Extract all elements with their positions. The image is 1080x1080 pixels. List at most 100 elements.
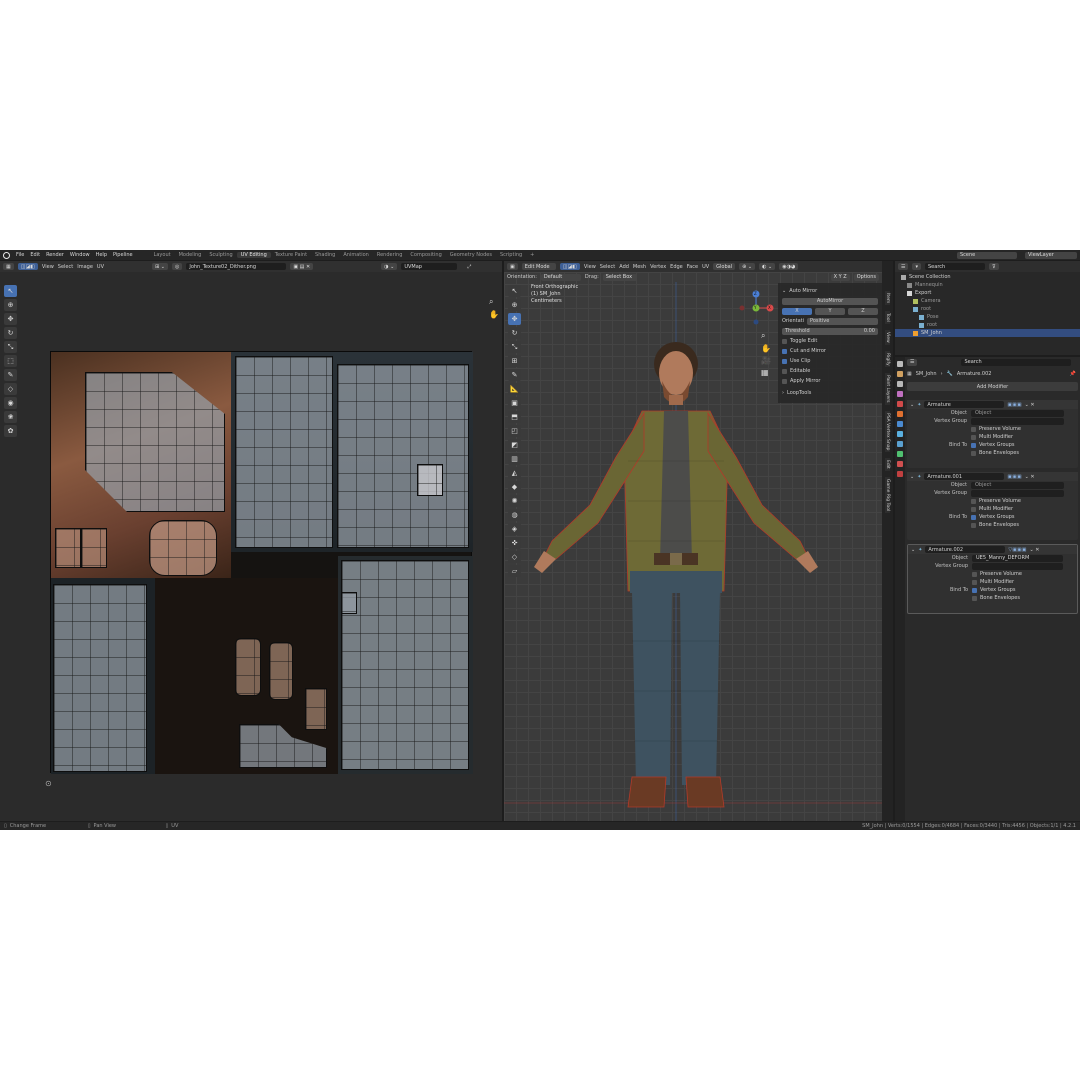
tab-modeling[interactable]: Modeling (175, 252, 206, 258)
mirror-axis-y-button[interactable]: Y (815, 307, 845, 315)
uv-island-boot-b[interactable] (269, 642, 293, 700)
vp-ortho-icon[interactable]: ▦ (761, 368, 771, 377)
modifier-tab-icon[interactable] (897, 421, 903, 427)
transform-tool-icon[interactable]: ⬚ (4, 355, 17, 367)
vp-zoom-icon[interactable]: ⌕ (761, 331, 771, 341)
tab-edit[interactable]: Edit (885, 458, 890, 471)
uv-zoom-icon[interactable]: ⌕ (489, 297, 493, 307)
properties-search-input[interactable]: Search (961, 358, 1072, 366)
editable-option[interactable]: Editable (782, 366, 878, 376)
outliner-row-root[interactable]: root (895, 305, 1080, 313)
uv-island-hand-b[interactable] (81, 528, 107, 568)
pin-icon[interactable]: 📌 (1070, 371, 1076, 377)
toggle-edit-option[interactable]: Toggle Edit (782, 336, 878, 346)
modifier-menu-icon[interactable]: ⌄ ✕ (1029, 547, 1039, 553)
cursor-tool-icon[interactable]: ⊕ (4, 299, 17, 311)
vertex-group-field[interactable] (971, 417, 1064, 425)
threshold-field[interactable]: Threshold 0.00 (782, 327, 878, 335)
uv-menu-uv[interactable]: UV (97, 264, 104, 270)
cut-and-mirror-option[interactable]: Cut and Mirror (782, 346, 878, 356)
outliner-row-pose[interactable]: Pose (895, 313, 1080, 321)
chevron-down-icon[interactable]: ⌄ (910, 474, 914, 480)
modifier-visibility-toggles[interactable]: ▽▣▣▣ (1008, 547, 1026, 553)
image-selector[interactable]: John_Texture02_Dither.png (186, 263, 287, 270)
apply-mirror-option[interactable]: Apply Mirror (782, 376, 878, 386)
uv-island-sole[interactable] (305, 688, 327, 730)
bone-envelopes-checkbox[interactable] (971, 522, 976, 528)
modifier-visibility-toggles[interactable]: ▣▣▣ (1007, 474, 1021, 480)
uv-map-selector[interactable]: UVMap (401, 263, 458, 270)
uv-island-hand-a[interactable] (55, 528, 81, 568)
tab-texture-paint[interactable]: Texture Paint (271, 252, 311, 258)
output-tab-icon[interactable] (897, 381, 903, 387)
menu-render[interactable]: Render (43, 252, 67, 258)
uv-editor-maximize-icon[interactable]: ⤢ (467, 264, 471, 270)
uv-menu-select[interactable]: Select (58, 264, 73, 270)
apply-mirror-checkbox[interactable] (782, 378, 787, 384)
outliner-row-mannequin[interactable]: Mannequin (895, 281, 1080, 289)
tool-tab-icon[interactable] (897, 361, 903, 367)
multi-modifier-checkbox[interactable] (971, 506, 976, 512)
object-field[interactable]: UE5_Manny_DEFORM (972, 554, 1063, 562)
uv-island-collar[interactable] (341, 592, 357, 614)
uv-island-ear[interactable] (149, 520, 217, 576)
modifier-visibility-toggles[interactable]: ▣▣▣ (1007, 402, 1021, 408)
image-browse-icons[interactable]: ▣ ▤ ✕ (290, 263, 314, 270)
modifier-name-field[interactable]: Armature.001 (924, 473, 1005, 480)
uv-snap-button[interactable]: ⊞ ⌄ (152, 263, 168, 270)
object-field[interactable]: Object (971, 481, 1064, 489)
cut-and-mirror-checkbox[interactable] (782, 348, 787, 354)
tab-paint-layers[interactable]: Paint Layers (885, 373, 890, 405)
chevron-down-icon[interactable]: ⌄ (910, 402, 914, 408)
uv-proportional-button[interactable]: ◎ (171, 263, 183, 270)
uv-image-canvas[interactable] (50, 351, 473, 774)
uv-menu-image[interactable]: Image (77, 264, 93, 270)
tab-rendering[interactable]: Rendering (373, 252, 407, 258)
vertex-groups-checkbox[interactable] (972, 587, 977, 593)
orientation-dropdown[interactable]: Positive (807, 317, 878, 325)
object-field[interactable]: Object (971, 409, 1064, 417)
vertex-group-field[interactable] (971, 489, 1064, 497)
tab-psa-vertex-snap[interactable]: PSA Vertex Snap (885, 410, 890, 453)
tab-geometry-nodes[interactable]: Geometry Nodes (446, 252, 496, 258)
pinch-tool-icon[interactable]: ✿ (4, 425, 17, 437)
outliner-editor-type-button[interactable]: ☰ (898, 263, 909, 270)
uv-pan-icon[interactable]: ✋ (489, 310, 499, 319)
rotate-tool-icon[interactable]: ↻ (4, 327, 17, 339)
looptools-header[interactable]: › LoopTools (782, 388, 878, 398)
tab-layout[interactable]: Layout (150, 252, 175, 258)
mirror-axis-x-button[interactable]: X (782, 307, 812, 315)
multi-modifier-checkbox[interactable] (971, 434, 976, 440)
vertex-groups-checkbox[interactable] (971, 514, 976, 520)
tab-scripting[interactable]: Scripting (496, 252, 526, 258)
uv-island-boot-a[interactable] (235, 638, 261, 696)
physics-tab-icon[interactable] (897, 441, 903, 447)
blender-logo-icon[interactable] (3, 251, 10, 259)
rip-tool-icon[interactable]: ◇ (4, 383, 17, 395)
tab-view[interactable]: View (885, 330, 890, 345)
outliner-row-camera[interactable]: Camera (895, 297, 1080, 305)
filter-icon[interactable]: ⊽ (989, 263, 999, 270)
view-layer-selector[interactable]: ViewLayer (1025, 251, 1077, 259)
menu-edit[interactable]: Edit (27, 252, 43, 258)
modifier-menu-icon[interactable]: ⌄ ✕ (1025, 402, 1035, 408)
vp-pan-icon[interactable]: ✋ (761, 344, 771, 353)
modifier-name-field[interactable]: Armature (924, 401, 1005, 408)
preserve-volume-checkbox[interactable] (971, 498, 976, 504)
add-workspace-button[interactable]: + (526, 252, 538, 258)
preserve-volume-checkbox[interactable] (972, 571, 977, 577)
navigation-gizmo[interactable]: Z X Y (736, 288, 776, 328)
preserve-volume-checkbox[interactable] (971, 426, 976, 432)
tab-rigify[interactable]: Rigify (885, 350, 890, 368)
data-tab-icon[interactable] (897, 451, 903, 457)
outliner-display-mode[interactable]: ▾ (912, 263, 921, 270)
uv-menu-view[interactable]: View (42, 264, 54, 270)
menu-help[interactable]: Help (93, 252, 110, 258)
outliner-row-root-bone[interactable]: root (895, 321, 1080, 329)
outliner-row-scene-collection[interactable]: Scene Collection (895, 273, 1080, 281)
menu-window[interactable]: Window (67, 252, 93, 258)
uv-island-pants-left[interactable] (53, 584, 147, 772)
menu-file[interactable]: File (13, 252, 27, 258)
mirror-axis-z-button[interactable]: Z (848, 307, 878, 315)
relax-tool-icon[interactable]: ❀ (4, 411, 17, 423)
